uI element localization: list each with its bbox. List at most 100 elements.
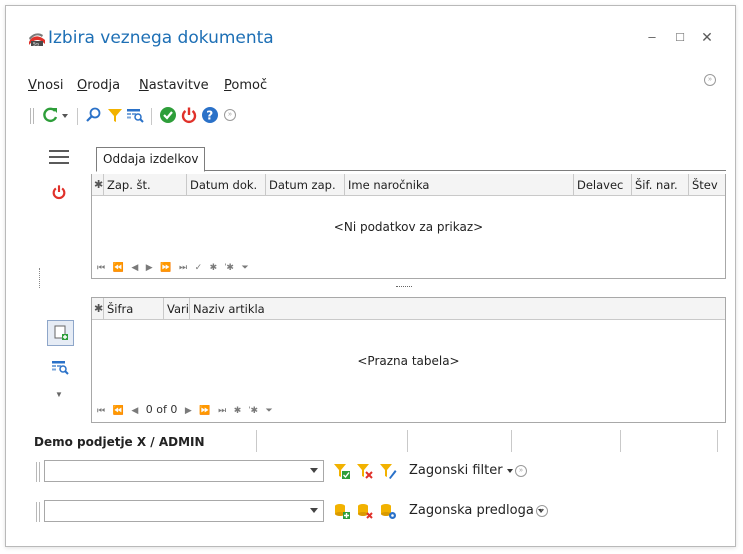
previous-record-icon[interactable]: ◀ (131, 405, 138, 416)
previous-record-icon[interactable]: ◀ (131, 262, 138, 273)
side-power-icon[interactable] (51, 184, 67, 200)
previous-page-icon[interactable]: ⏪ (113, 262, 124, 273)
menu-orodja[interactable]: Orodja (77, 78, 120, 93)
maximize-button[interactable]: □ (671, 28, 689, 46)
hamburger-menu-icon[interactable] (49, 150, 69, 168)
cancel-edit-icon[interactable]: '✱ (249, 405, 258, 416)
side-panel: ▼ (39, 140, 82, 440)
power-icon[interactable] (180, 106, 198, 124)
new-document-button[interactable] (47, 320, 74, 346)
startup-filter-select[interactable] (44, 460, 324, 482)
startup-template-menu[interactable]: Zagonska predloga (409, 503, 544, 518)
template-settings-icon[interactable] (379, 502, 397, 520)
column-header[interactable]: Datum zap. (266, 174, 345, 196)
last-record-icon[interactable]: ⏭ (218, 405, 226, 416)
startup-template-select[interactable] (44, 500, 324, 522)
template-row-overflow-icon[interactable]: » (536, 505, 548, 517)
help-icon[interactable]: ? (201, 106, 219, 124)
next-record-icon[interactable]: ▶ (146, 262, 153, 273)
column-header[interactable]: Šif. nar. (632, 174, 689, 196)
new-row-column-icon[interactable]: ✱ (92, 174, 104, 196)
column-header[interactable]: Šifra (104, 298, 164, 320)
template-add-icon[interactable] (333, 502, 351, 520)
startup-filter-menu[interactable]: Zagonski filter (409, 463, 513, 478)
refresh-icon[interactable] (41, 106, 59, 124)
column-header[interactable]: Delavec (574, 174, 632, 196)
status-divider (717, 430, 718, 452)
status-divider (256, 430, 257, 452)
column-header[interactable]: Datum dok. (187, 174, 266, 196)
confirm-icon[interactable] (159, 106, 177, 124)
company-user-label: Demo podjetje X / ADMIN (34, 435, 205, 449)
toolbar-separator (77, 108, 78, 125)
first-record-icon[interactable]: ⏮ (97, 262, 105, 273)
filter-clear-icon[interactable] (356, 462, 374, 480)
status-bar: Demo podjetje X / ADMIN (34, 430, 724, 454)
filter-icon[interactable] (106, 106, 124, 124)
tab-oddaja-izdelkov[interactable]: Oddaja izdelkov (96, 147, 206, 172)
filter-edit-icon[interactable] (379, 462, 397, 480)
grid-search-icon[interactable] (51, 358, 69, 376)
column-header[interactable]: Ime naročnika (345, 174, 574, 196)
tab-strip: Oddaja izdelkov (96, 147, 726, 172)
empty-grid-message: <Prazna tabela> (357, 354, 460, 368)
next-page-icon[interactable]: ⏩ (160, 262, 171, 273)
first-record-icon[interactable]: ⏮ (97, 405, 105, 416)
search-icon[interactable] (85, 106, 103, 124)
new-row-column-icon[interactable]: ✱ (92, 298, 104, 320)
toolbar-overflow-icon[interactable]: » (224, 109, 236, 121)
chevron-down-icon[interactable]: ▼ (55, 390, 63, 399)
grid-header: ✱ Šifra Vari Naziv artikla (92, 298, 725, 320)
next-record-icon[interactable]: ▶ (185, 405, 192, 416)
close-button[interactable]: ✕ (698, 28, 716, 46)
menu-pomoc[interactable]: Pomoč (224, 78, 267, 93)
menu-vnosi[interactable]: Vnosi (28, 78, 63, 93)
end-edit-icon[interactable]: ✓ (195, 262, 203, 273)
minimize-button[interactable]: – (643, 28, 661, 46)
title-bar: Srs Izbira veznega dokumenta – □ ✕ (6, 6, 735, 58)
filter-toggle-icon[interactable]: ⏷ (266, 405, 273, 416)
refresh-dropdown-icon[interactable] (61, 106, 69, 124)
filter-apply-icon[interactable] (333, 462, 351, 480)
startup-template-row: Zagonska predloga » (36, 500, 576, 524)
column-header[interactable]: Naziv artikla (190, 298, 725, 320)
toolbar-separator (151, 108, 152, 125)
append-record-icon[interactable]: ✱ (210, 262, 218, 273)
documents-grid[interactable]: ✱ Zap. št. Datum dok. Datum zap. Ime nar… (91, 174, 726, 279)
cancel-edit-icon[interactable]: '✱ (225, 262, 234, 273)
append-record-icon[interactable]: ✱ (234, 405, 242, 416)
svg-text:Srs: Srs (33, 42, 39, 47)
chevron-down-icon[interactable] (310, 468, 318, 473)
startup-filter-row: Zagonski filter » (36, 460, 536, 484)
filter-toggle-icon[interactable]: ⏷ (242, 262, 249, 273)
status-divider (511, 430, 512, 452)
grid-search-icon[interactable] (126, 106, 144, 124)
toolbar-grip[interactable] (36, 462, 40, 482)
record-count: 0 of 0 (145, 403, 178, 416)
column-header[interactable]: Vari (164, 298, 190, 320)
svg-text:?: ? (206, 109, 213, 123)
panel-splitter-grip[interactable] (39, 268, 41, 288)
column-header[interactable]: Štev (689, 174, 725, 196)
record-navigator: ⏮ ⏪ ◀ ▶ ⏩ ⏭ ✓ ✱ '✱ ⏷ (97, 262, 254, 276)
filter-row-overflow-icon[interactable]: » (515, 465, 527, 477)
toolbar-grip[interactable] (36, 502, 40, 522)
grid-header: ✱ Zap. št. Datum dok. Datum zap. Ime nar… (92, 174, 725, 196)
column-header[interactable]: Zap. št. (104, 174, 187, 196)
record-navigator: ⏮ ⏪ ◀ 0 of 0 ▶ ⏩ ⏭ ✱ '✱ ⏷ (97, 403, 278, 417)
new-document-icon (54, 325, 68, 340)
previous-page-icon[interactable]: ⏪ (113, 405, 124, 416)
items-grid[interactable]: ✱ Šifra Vari Naziv artikla <Prazna tabel… (91, 297, 726, 423)
menu-overflow-icon[interactable]: » (704, 74, 716, 86)
status-divider (407, 430, 408, 452)
empty-grid-message: <Ni podatkov za prikaz> (333, 220, 484, 234)
menu-nastavitve[interactable]: Nastavitve (139, 78, 209, 93)
last-record-icon[interactable]: ⏭ (179, 262, 187, 273)
chevron-down-icon[interactable] (310, 508, 318, 513)
toolbar-grip[interactable] (30, 108, 34, 124)
dialog-window: Srs Izbira veznega dokumenta – □ ✕ Vnosi… (5, 5, 736, 547)
template-delete-icon[interactable] (356, 502, 374, 520)
next-page-icon[interactable]: ⏩ (199, 405, 210, 416)
status-divider (620, 430, 621, 452)
grid-splitter[interactable] (396, 286, 412, 288)
